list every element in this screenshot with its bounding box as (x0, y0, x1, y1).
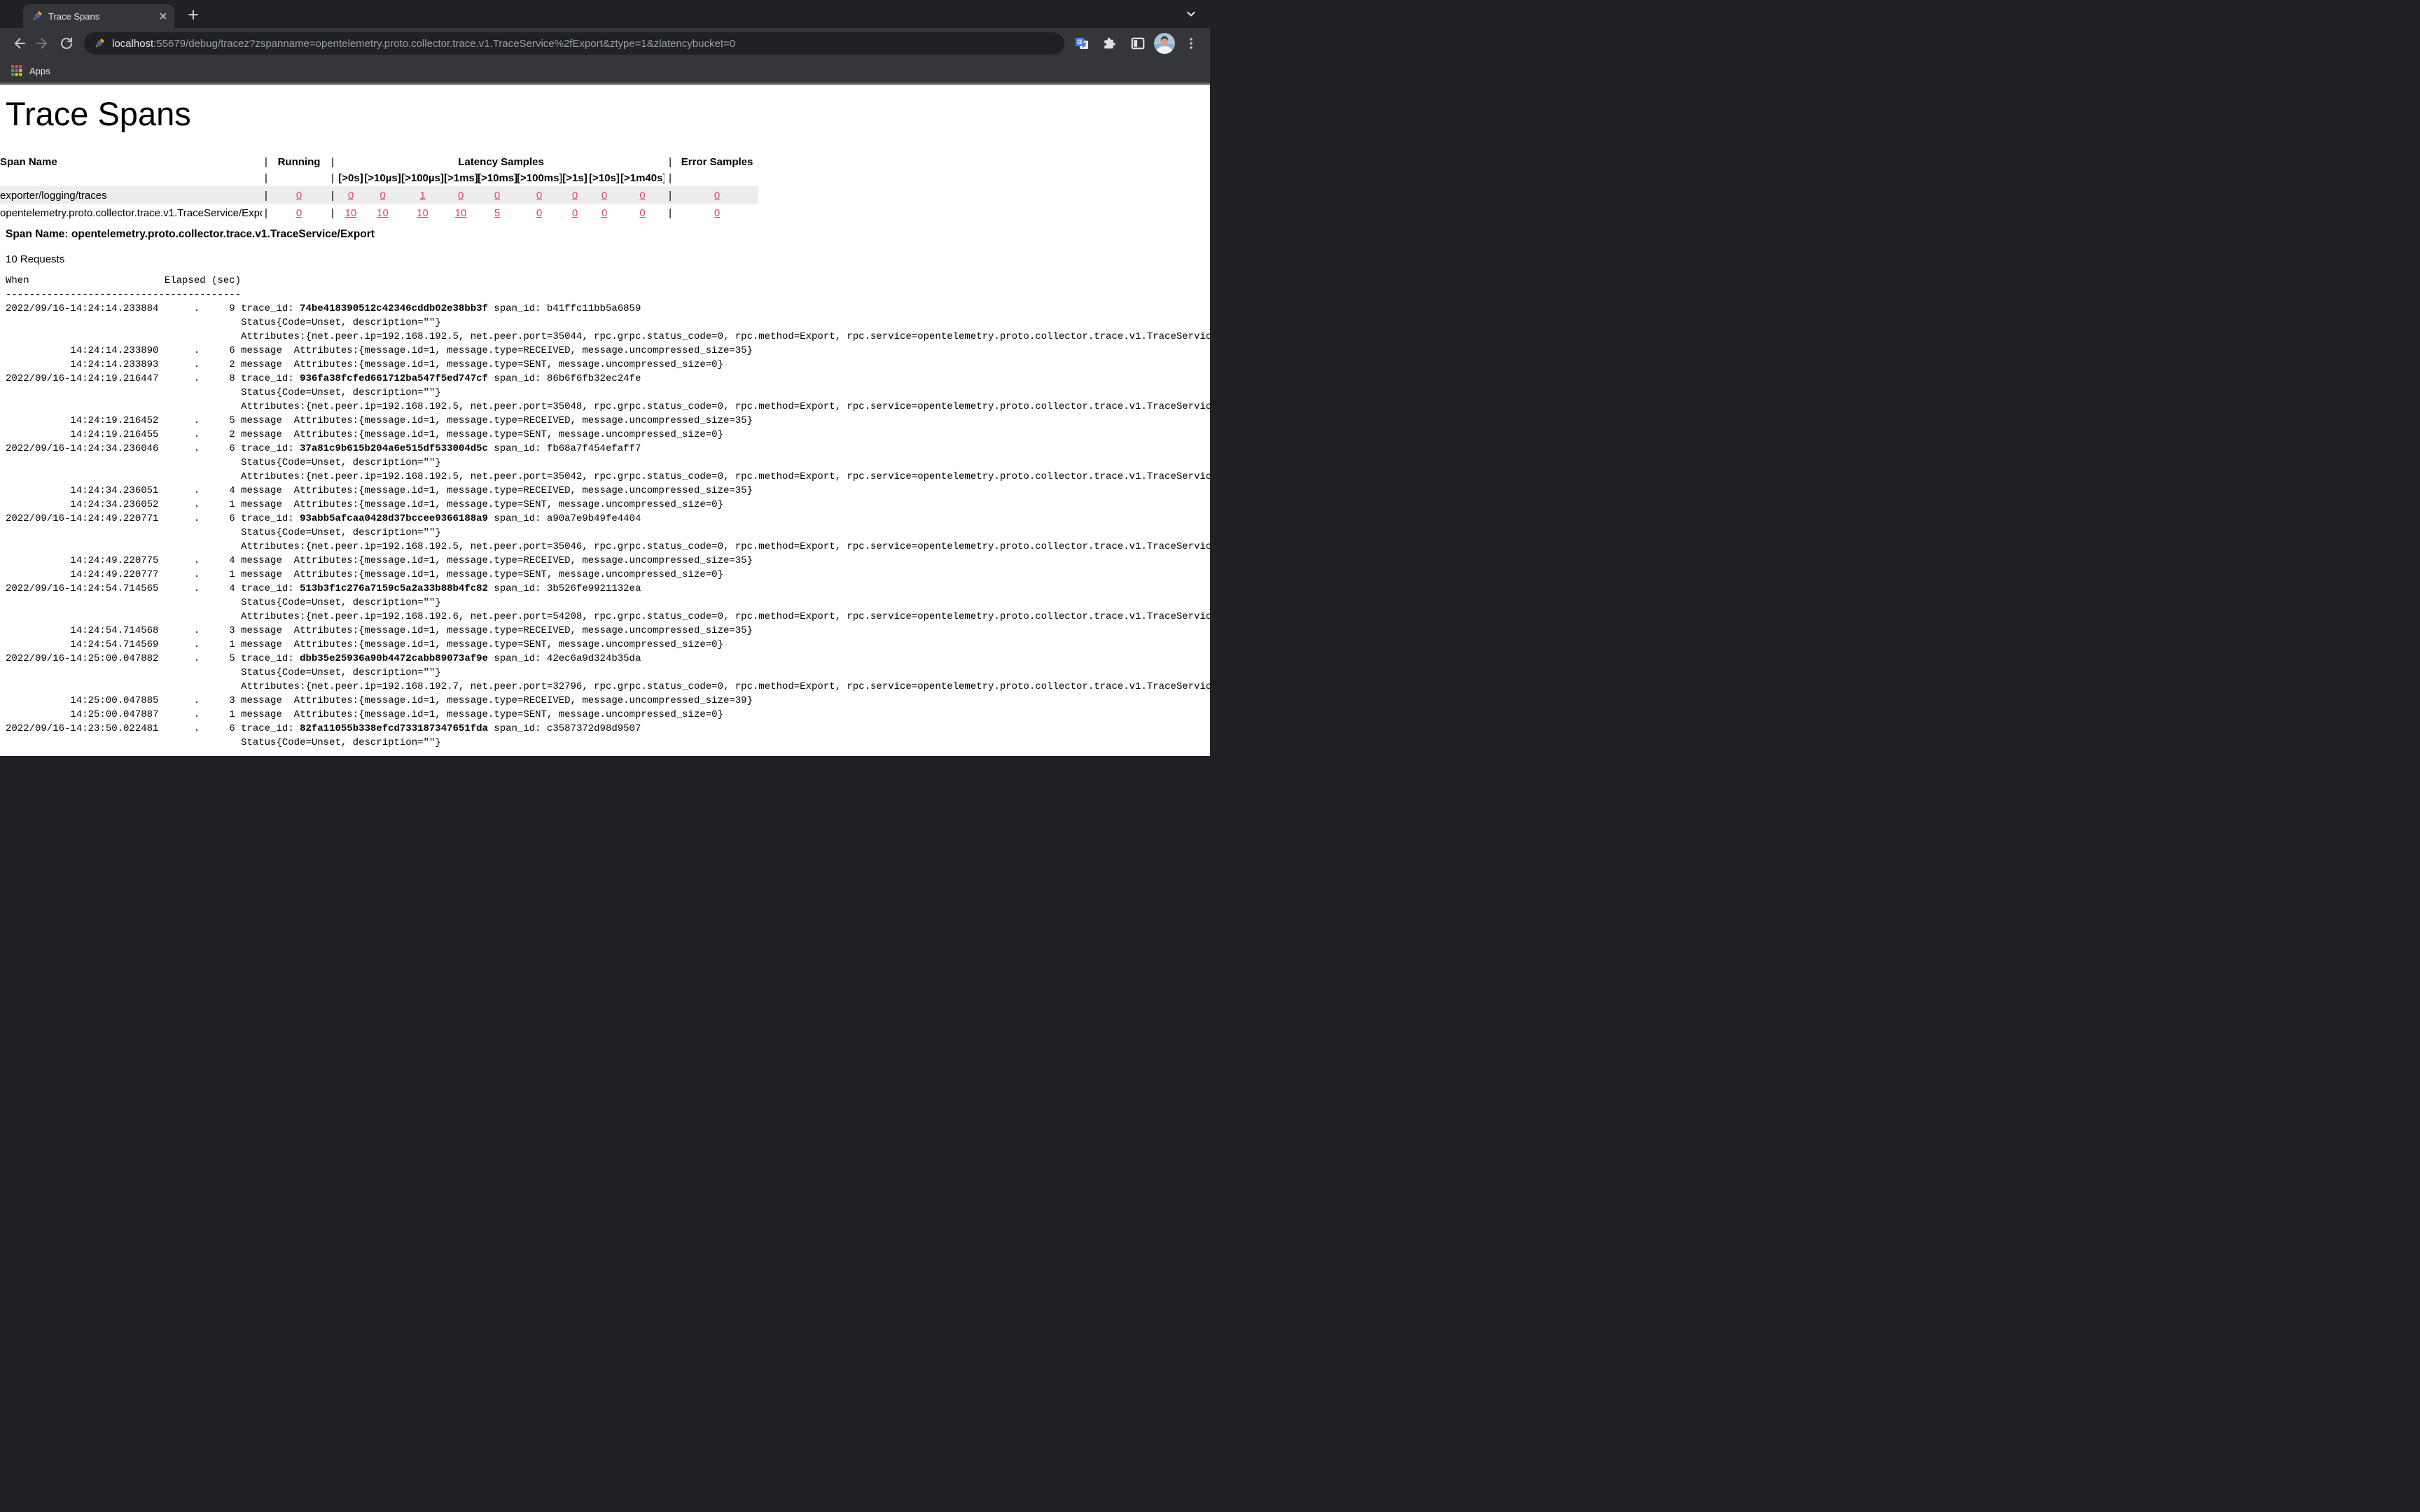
bucket-label: [>0s] (338, 170, 364, 186)
menu-kebab-icon[interactable] (1179, 31, 1203, 55)
tab-close-icon[interactable] (158, 10, 169, 22)
trace-id: 936fa38fcfed661712ba547f5ed747cf (300, 373, 488, 384)
trace-id: 93abb5afcaa0428d37bccee9366188a9 (300, 513, 488, 524)
profile-avatar[interactable] (1154, 33, 1175, 54)
latency-count-link[interactable]: 0 (601, 190, 607, 202)
bucket-label: [>10ms] (478, 170, 517, 186)
address-bar[interactable]: localhost:55679/debug/tracez?zspanname=o… (84, 32, 1064, 55)
table-row: exporter/logging/traces | 0 | 0 0 1 0 0 … (0, 186, 758, 204)
request-log: When Elapsed (sec) ---------------------… (6, 274, 1210, 750)
column-separator: | (262, 204, 270, 221)
browser-toolbar: localhost:55679/debug/tracez?zspanname=o… (0, 28, 1210, 59)
col-header-latency-samples: Latency Samples (338, 154, 665, 170)
bucket-label: [>100µs] (401, 170, 444, 186)
span-name-cell: opentelemetry.proto.collector.trace.v1.T… (0, 204, 262, 221)
tab-strip: Trace Spans (0, 0, 1210, 28)
trace-id: 513b3f1c276a7159c5a2a33b88b4fc82 (300, 583, 488, 594)
browser-window: Trace Spans localhost:55679/debug/tracez… (0, 0, 1210, 756)
selected-span-heading: Span Name: opentelemetry.proto.collector… (6, 228, 1210, 241)
svg-text:G: G (1077, 38, 1082, 46)
latency-count-link[interactable]: 0 (380, 190, 385, 202)
url-host: localhost (112, 38, 153, 50)
bucket-label: [>10s] (588, 170, 620, 186)
url-text: localhost:55679/debug/tracez?zspanname=o… (112, 38, 735, 50)
column-separator: | (328, 186, 338, 204)
latency-count-link[interactable]: 0 (572, 190, 578, 202)
latency-count-link[interactable]: 0 (572, 207, 578, 219)
latency-count-link[interactable]: 5 (494, 207, 500, 219)
error-count-link[interactable]: 0 (714, 207, 720, 219)
column-separator: | (328, 170, 338, 186)
spans-table: Span Name | Running | Latency Samples | … (0, 154, 758, 221)
table-row: opentelemetry.proto.collector.trace.v1.T… (0, 204, 758, 221)
translate-icon[interactable]: G (1070, 31, 1094, 55)
back-button[interactable] (7, 31, 31, 55)
apps-label[interactable]: Apps (29, 66, 50, 76)
bucket-label: [>1m40s] (620, 170, 665, 186)
column-separator: | (665, 186, 676, 204)
span-name-cell: exporter/logging/traces (0, 186, 262, 204)
bucket-label: [>1ms] (444, 170, 478, 186)
tab-title: Trace Spans (48, 11, 152, 22)
latency-count-link[interactable]: 0 (639, 190, 645, 202)
tracez-page: Trace Spans Span Name | Running | Latenc… (0, 85, 1210, 756)
column-separator: | (665, 170, 676, 186)
error-count-link[interactable]: 0 (714, 190, 720, 202)
latency-count-link[interactable]: 10 (345, 207, 357, 219)
page-title: Trace Spans (6, 94, 1210, 133)
tab-trace-spans[interactable]: Trace Spans (23, 4, 174, 28)
opentelemetry-favicon-icon (32, 10, 43, 22)
column-separator: | (262, 154, 270, 170)
latency-count-link[interactable]: 0 (494, 190, 500, 202)
apps-grid-icon[interactable] (11, 65, 22, 76)
latency-count-link[interactable]: 0 (536, 207, 542, 219)
column-separator: | (328, 204, 338, 221)
bucket-header-row: | | [>0s] [>10µs] [>100µs] [>1ms] [>10ms… (0, 170, 758, 186)
running-count-link[interactable]: 0 (296, 207, 302, 219)
column-separator: | (262, 170, 270, 186)
latency-count-link[interactable]: 0 (639, 207, 645, 219)
side-panel-icon[interactable] (1126, 31, 1150, 55)
latency-count-link[interactable]: 1 (419, 190, 425, 202)
column-separator: | (328, 154, 338, 170)
col-header-running: Running (270, 154, 328, 170)
running-count-link[interactable]: 0 (296, 190, 302, 202)
bucket-label: [>100ms] (517, 170, 562, 186)
table-header-row: Span Name | Running | Latency Samples | … (0, 154, 758, 170)
trace-id: 82fa11055b338efcd733187347651fda (300, 723, 488, 734)
new-tab-button[interactable] (183, 5, 203, 24)
bookmarks-bar: Apps (0, 59, 1210, 83)
latency-count-link[interactable]: 0 (601, 207, 607, 219)
latency-count-link[interactable]: 10 (417, 207, 429, 219)
reload-button[interactable] (55, 31, 78, 55)
col-header-span-name: Span Name (0, 154, 262, 170)
column-separator: | (262, 186, 270, 204)
latency-count-link[interactable]: 10 (455, 207, 467, 219)
bucket-label: [>10µs] (364, 170, 401, 186)
latency-count-link[interactable]: 0 (536, 190, 542, 202)
latency-count-link[interactable]: 0 (348, 190, 354, 202)
site-favicon-icon (94, 38, 105, 49)
url-path: :55679/debug/tracez?zspanname=openteleme… (153, 38, 735, 50)
latency-count-link[interactable]: 0 (458, 190, 464, 202)
col-header-error-samples: Error Samples (676, 154, 758, 170)
column-separator: | (665, 204, 676, 221)
bucket-label: [>1s] (562, 170, 588, 186)
trace-id: 37a81c9b615b204a6e515df533004d5c (300, 443, 488, 454)
extensions-puzzle-icon[interactable] (1098, 31, 1122, 55)
column-separator: | (665, 154, 676, 170)
latency-count-link[interactable]: 10 (377, 207, 389, 219)
trace-id: dbb35e25936a90b4472cabb89073af9e (300, 653, 488, 664)
requests-count: 10 Requests (6, 253, 1210, 265)
trace-id: 74be418390512c42346cddb02e38bb3f (300, 303, 488, 314)
forward-button[interactable] (31, 31, 55, 55)
chevron-down-icon[interactable] (1182, 5, 1200, 23)
toolbar-actions: G (1070, 31, 1203, 55)
